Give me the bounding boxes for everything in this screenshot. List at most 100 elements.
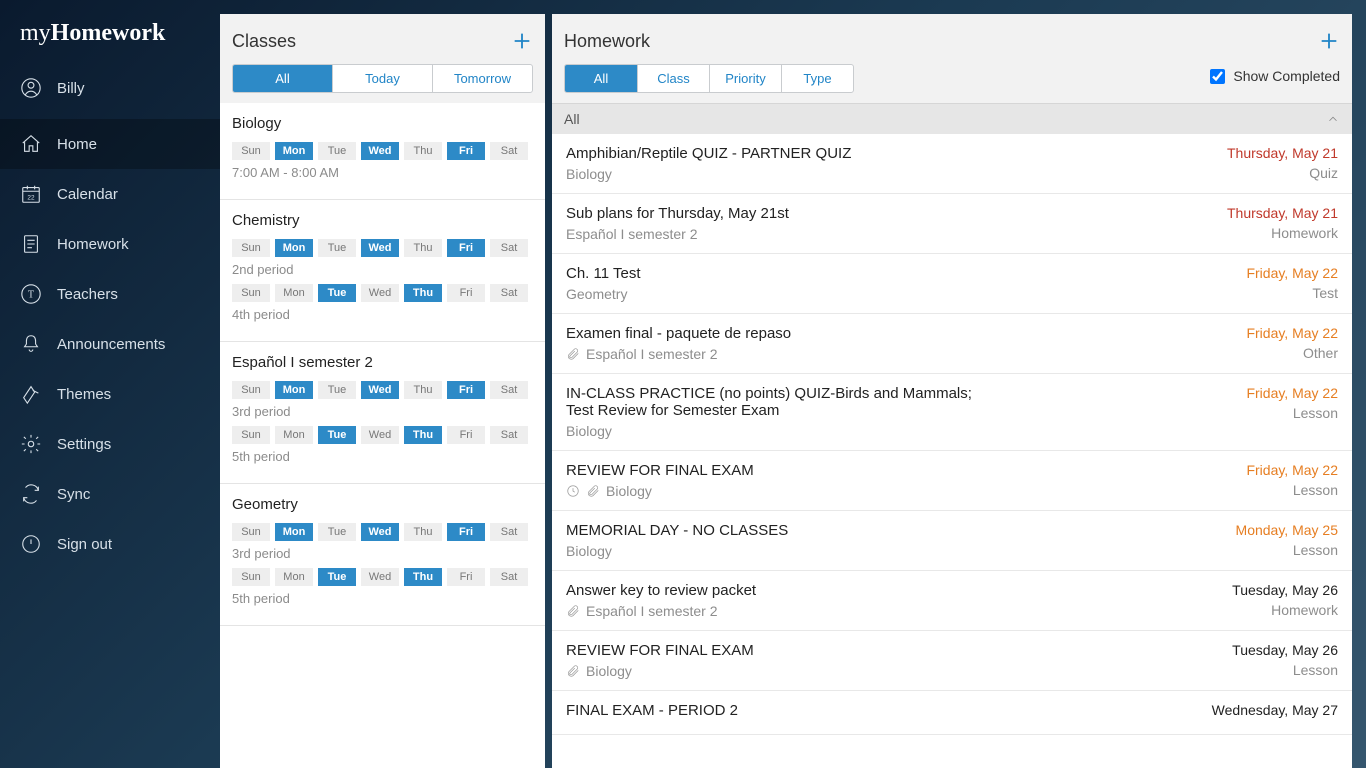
day-chip: Sun	[232, 142, 270, 160]
add-class-button[interactable]	[511, 30, 533, 52]
nav-announcements[interactable]: Announcements	[0, 319, 220, 369]
homework-subject: Biology	[566, 166, 1207, 182]
class-item[interactable]: ChemistrySunMonTueWedThuFriSat2nd period…	[220, 200, 545, 342]
settings-icon	[20, 433, 42, 455]
schedule-meta: 5th period	[232, 449, 533, 464]
add-homework-button[interactable]	[1318, 30, 1340, 52]
homework-subject: Biology	[566, 543, 1216, 559]
nav-calendar[interactable]: 22Calendar	[0, 169, 220, 219]
homework-item[interactable]: IN-CLASS PRACTICE (no points) QUIZ-Birds…	[552, 374, 1352, 451]
classes-filter-seg: AllTodayTomorrow	[232, 64, 533, 93]
homework-title: REVIEW FOR FINAL EXAM	[566, 462, 1226, 479]
homework-left: Sub plans for Thursday, May 21st Español …	[566, 205, 1207, 242]
homework-right: Friday, May 22Other	[1246, 325, 1338, 362]
day-row: SunMonTueWedThuFriSat	[232, 284, 533, 302]
homework-title: Answer key to review packet	[566, 582, 1212, 599]
day-chip: Sat	[490, 142, 528, 160]
themes-icon	[20, 383, 42, 405]
homework-item[interactable]: Sub plans for Thursday, May 21st Español …	[552, 194, 1352, 254]
day-chip: Tue	[318, 284, 356, 302]
day-chip: Sat	[490, 426, 528, 444]
user-row[interactable]: Billy	[20, 77, 220, 99]
day-chip: Mon	[275, 381, 313, 399]
homework-subject: Español I semester 2	[566, 603, 1212, 619]
show-completed-toggle[interactable]: Show Completed	[1210, 68, 1340, 84]
schedule-meta: 4th period	[232, 307, 533, 322]
homework-date: Friday, May 22	[1246, 385, 1338, 401]
homework-type: Homework	[1227, 225, 1338, 241]
schedule-meta: 7:00 AM - 8:00 AM	[232, 165, 533, 180]
homework-type: Test	[1246, 285, 1338, 301]
class-name: Biology	[232, 115, 533, 132]
seg-today[interactable]: Today	[332, 65, 432, 92]
homework-item[interactable]: MEMORIAL DAY - NO CLASSESBiologyMonday, …	[552, 511, 1352, 571]
nav-themes[interactable]: Themes	[0, 369, 220, 419]
homework-left: FINAL EXAM - PERIOD 2	[566, 702, 1192, 723]
homework-right: Friday, May 22Lesson	[1246, 462, 1338, 499]
chevron-up-icon	[1326, 112, 1340, 126]
seg-priority[interactable]: Priority	[709, 65, 781, 92]
homework-item[interactable]: FINAL EXAM - PERIOD 2Wednesday, May 27	[552, 691, 1352, 735]
homework-date: Tuesday, May 26	[1232, 642, 1338, 658]
user-icon	[20, 77, 42, 99]
attachment-icon	[566, 347, 580, 361]
section-label: All	[564, 111, 580, 127]
day-chip: Wed	[361, 284, 399, 302]
nav-teachers[interactable]: TTeachers	[0, 269, 220, 319]
homework-section-bar[interactable]: All	[552, 103, 1352, 134]
day-chip: Mon	[275, 523, 313, 541]
homework-filter-seg: AllClassPriorityType	[564, 64, 854, 93]
homework-item[interactable]: REVIEW FOR FINAL EXAMBiologyTuesday, May…	[552, 631, 1352, 691]
nav-sync[interactable]: Sync	[0, 469, 220, 519]
class-item[interactable]: Español I semester 2SunMonTueWedThuFriSa…	[220, 342, 545, 484]
homework-title: Sub plans for Thursday, May 21st	[566, 205, 1207, 222]
homework-title: FINAL EXAM - PERIOD 2	[566, 702, 1192, 719]
nav-label: Homework	[57, 236, 129, 253]
classes-header: Classes	[220, 14, 545, 64]
nav-signout[interactable]: Sign out	[0, 519, 220, 569]
seg-all[interactable]: All	[233, 65, 332, 92]
homework-header: Homework	[552, 14, 1352, 64]
day-chip: Sun	[232, 239, 270, 257]
day-chip: Fri	[447, 239, 485, 257]
nav-settings[interactable]: Settings	[0, 419, 220, 469]
schedule-meta: 3rd period	[232, 404, 533, 419]
day-chip: Thu	[404, 239, 442, 257]
seg-tomorrow[interactable]: Tomorrow	[432, 65, 532, 92]
homework-item[interactable]: REVIEW FOR FINAL EXAM Biology Friday, May …	[552, 451, 1352, 511]
homework-item[interactable]: Answer key to review packet Español I sem…	[552, 571, 1352, 631]
homework-item[interactable]: Amphibian/Reptile QUIZ - PARTNER QUIZBio…	[552, 134, 1352, 194]
teachers-icon: T	[20, 283, 42, 305]
nav-home[interactable]: Home	[0, 119, 220, 169]
day-chip: Wed	[361, 523, 399, 541]
homework-title: Homework	[564, 31, 650, 52]
seg-all[interactable]: All	[565, 65, 637, 92]
show-completed-checkbox[interactable]	[1210, 69, 1225, 84]
homework-subject: Español I semester 2	[566, 346, 1226, 362]
homework-subject: Biology	[566, 483, 1226, 499]
day-chip: Thu	[404, 568, 442, 586]
class-item[interactable]: BiologySunMonTueWedThuFriSat7:00 AM - 8:…	[220, 103, 545, 200]
class-item[interactable]: GeometrySunMonTueWedThuFriSat3rd periodS…	[220, 484, 545, 626]
seg-type[interactable]: Type	[781, 65, 853, 92]
nav-homework[interactable]: Homework	[0, 219, 220, 269]
day-chip: Thu	[404, 284, 442, 302]
nav-label: Calendar	[57, 186, 118, 203]
homework-left: IN-CLASS PRACTICE (no points) QUIZ-Birds…	[566, 385, 1226, 439]
homework-item[interactable]: Ch. 11 TestGeometryFriday, May 22Test	[552, 254, 1352, 314]
day-chip: Sun	[232, 284, 270, 302]
nav-label: Announcements	[57, 336, 165, 353]
homework-item[interactable]: Examen final - paquete de repasoEspañol …	[552, 314, 1352, 374]
brand-prefix: my	[20, 20, 51, 46]
day-chip: Mon	[275, 426, 313, 444]
day-chip: Fri	[447, 284, 485, 302]
sidebar: my Homework Billy Home22Calendar Homework T…	[0, 0, 220, 768]
nav-list: Home22Calendar Homework TTeachers Announcem…	[0, 119, 220, 569]
homework-list: Amphibian/Reptile QUIZ - PARTNER QUIZBio…	[552, 134, 1352, 768]
homework-type: Lesson	[1236, 542, 1338, 558]
day-chip: Fri	[447, 142, 485, 160]
seg-class[interactable]: Class	[637, 65, 709, 92]
main-panels: Classes AllTodayTomorrow BiologySunMonTu…	[220, 0, 1366, 768]
class-name: Geometry	[232, 496, 533, 513]
homework-subject: Español I semester 2	[566, 226, 1207, 242]
